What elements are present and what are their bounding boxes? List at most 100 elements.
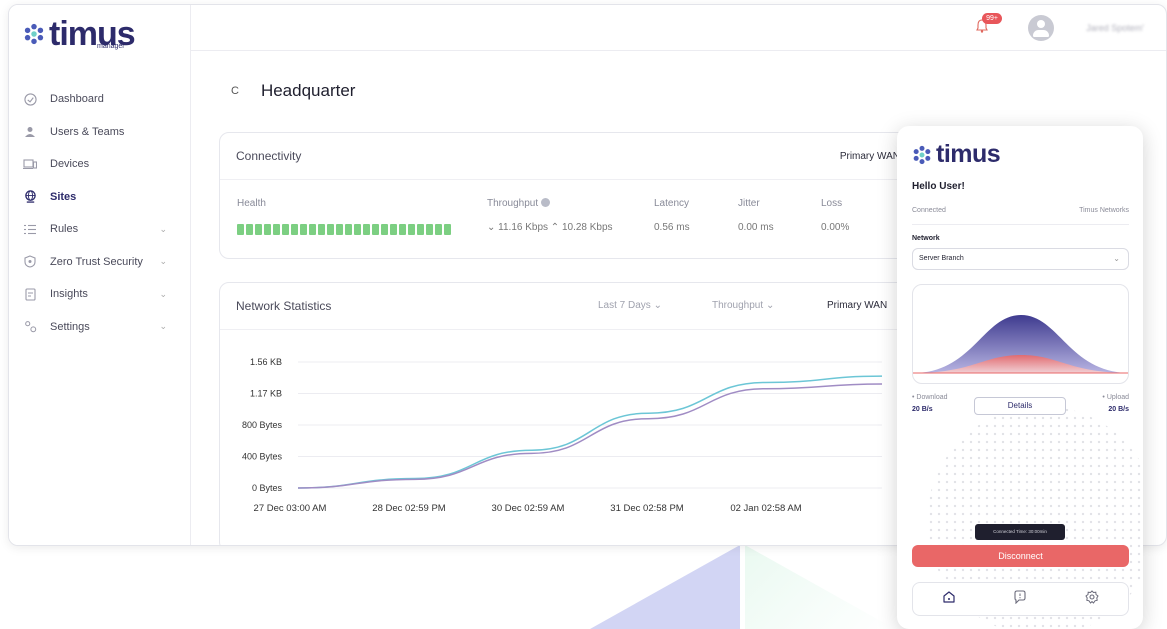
- sidebar-item-dashboard[interactable]: Dashboard: [9, 83, 191, 116]
- connection-status: Connected: [912, 207, 946, 214]
- health-segment: [417, 224, 424, 235]
- y-tick-label: 400 Bytes: [242, 452, 283, 462]
- health-segment: [426, 224, 433, 235]
- network-select[interactable]: Server Branch ⌄: [912, 248, 1129, 270]
- sidebar-item-rules[interactable]: Rules ⌄: [9, 213, 191, 246]
- avatar[interactable]: [1028, 15, 1054, 41]
- globe-icon: [23, 190, 37, 204]
- notification-badge: 99+: [982, 13, 1002, 24]
- client-logo: timus: [912, 140, 1001, 169]
- connectivity-card: Connectivity Primary WAN Health Throughp…: [219, 132, 919, 259]
- loss-value: 0.00%: [821, 222, 850, 233]
- health-segment: [390, 224, 397, 235]
- health-segment: [309, 224, 316, 235]
- client-logo-text: timus: [936, 140, 1001, 168]
- sidebar-item-label: Users & Teams: [50, 125, 125, 138]
- metric-dropdown[interactable]: Throughput ⌄: [712, 300, 774, 311]
- x-tick-label: 30 Dec 02:59 AM: [492, 503, 565, 514]
- page-header: C Headquarter: [231, 81, 355, 101]
- health-segment: [408, 224, 415, 235]
- x-tick-label: 28 Dec 02:59 PM: [372, 503, 445, 514]
- back-button[interactable]: C: [231, 85, 239, 97]
- health-segment: [399, 224, 406, 235]
- throughput-value: ⌄ 11.16 Kbps ⌃ 10.28 Kbps: [487, 222, 613, 233]
- connected-time-tooltip: Connected Time: 30:00min: [975, 524, 1065, 540]
- connectivity-header: Connectivity Primary WAN: [220, 133, 918, 180]
- health-segment: [300, 224, 307, 235]
- download-value: 20 B/s: [912, 406, 933, 413]
- health-segment: [381, 224, 388, 235]
- list-icon: [23, 222, 37, 236]
- health-segment: [273, 224, 280, 235]
- sidebar-item-sites[interactable]: Sites: [9, 181, 191, 214]
- greeting: Hello User!: [912, 181, 965, 192]
- health-segment: [327, 224, 334, 235]
- health-bar: [237, 224, 451, 235]
- sidebar-item-label: Dashboard: [50, 93, 104, 106]
- health-segment: [282, 224, 289, 235]
- user-icon: [23, 125, 37, 139]
- x-tick-label: 02 Jan 02:58 AM: [730, 503, 801, 514]
- sidebar-item-label: Settings: [50, 320, 90, 333]
- x-tick-label: 31 Dec 02:58 PM: [610, 503, 683, 514]
- dashboard-icon: [23, 92, 37, 106]
- disconnect-button[interactable]: Disconnect: [912, 545, 1129, 567]
- chevron-down-icon: ⌄: [653, 300, 662, 311]
- health-segment: [336, 224, 343, 235]
- chevron-down-icon: ⌄: [159, 288, 167, 299]
- divider: [912, 224, 1129, 225]
- series-line-1: [297, 375, 883, 489]
- sidebar-item-label: Sites: [50, 190, 77, 203]
- username[interactable]: Jared Spotem': [1086, 23, 1144, 33]
- latency-value: 0.56 ms: [654, 222, 690, 233]
- x-tick-label: 27 Dec 03:00 AM: [254, 503, 327, 514]
- sidebar-item-devices[interactable]: Devices: [9, 148, 191, 181]
- y-tick-label: 1.17 KB: [250, 389, 282, 399]
- sidebar-item-zero-trust[interactable]: Zero Trust Security ⌄: [9, 246, 191, 279]
- throughput-label: Throughput: [487, 198, 551, 209]
- stats-header: Network Statistics: [220, 283, 918, 330]
- sidebar-item-label: Zero Trust Security: [50, 255, 143, 268]
- health-segment: [363, 224, 370, 235]
- background-triangle-purple: [590, 545, 740, 629]
- range-dropdown[interactable]: Last 7 Days ⌄: [598, 300, 662, 311]
- health-segment: [318, 224, 325, 235]
- shield-icon: [23, 255, 37, 269]
- loss-label: Loss: [821, 198, 843, 209]
- settings-icon[interactable]: [1085, 589, 1099, 609]
- wan-selector[interactable]: Primary WAN: [840, 151, 900, 162]
- health-segment: [291, 224, 298, 235]
- health-segment: [444, 224, 451, 235]
- throughput-chart: 1.56 KB 1.17 KB 800 Bytes 400 Bytes 0 Bytes 2…: [242, 357, 883, 514]
- chevron-down-icon: ⌄: [159, 321, 167, 332]
- sidebar-item-settings[interactable]: Settings ⌄: [9, 311, 191, 344]
- background-triangle-green: [745, 545, 895, 629]
- sidebar-nav: Dashboard Users & Teams Devices Sites Ru…: [9, 83, 191, 343]
- upload-value: 20 B/s: [1108, 406, 1129, 413]
- sidebar-item-insights[interactable]: Insights ⌄: [9, 278, 191, 311]
- health-segment: [345, 224, 352, 235]
- chevron-down-icon: ⌄: [159, 256, 167, 267]
- stage: timus manager Dashboard Users & Teams De…: [0, 0, 1167, 629]
- support-icon[interactable]: [1013, 589, 1027, 609]
- chevron-down-icon: ⌄: [765, 300, 775, 311]
- jitter-label: Jitter: [738, 198, 760, 209]
- home-icon[interactable]: [942, 590, 956, 609]
- sidebar-item-label: Rules: [50, 223, 79, 236]
- network-statistics-card: Network Statistics Last 7 Days ⌄ Through…: [219, 282, 919, 545]
- chevron-down-icon: ⌄: [1113, 254, 1120, 263]
- network-label: Network: [912, 235, 940, 242]
- upload-label: • Upload: [1102, 394, 1129, 401]
- info-icon[interactable]: [541, 198, 551, 207]
- sidebar: timus manager Dashboard Users & Teams De…: [9, 5, 191, 545]
- connectivity-title: Connectivity: [236, 149, 302, 163]
- health-segment: [255, 224, 262, 235]
- health-label: Health: [237, 198, 266, 209]
- wan-dropdown[interactable]: Primary WAN: [827, 300, 887, 311]
- sidebar-item-users-teams[interactable]: Users & Teams: [9, 116, 191, 149]
- latency-label: Latency: [654, 198, 690, 209]
- details-button[interactable]: Details: [974, 397, 1066, 415]
- client-app-panel: timus Hello User! Connected Timus Networ…: [897, 126, 1143, 629]
- series-line-2: [297, 383, 883, 489]
- health-segment: [246, 224, 253, 235]
